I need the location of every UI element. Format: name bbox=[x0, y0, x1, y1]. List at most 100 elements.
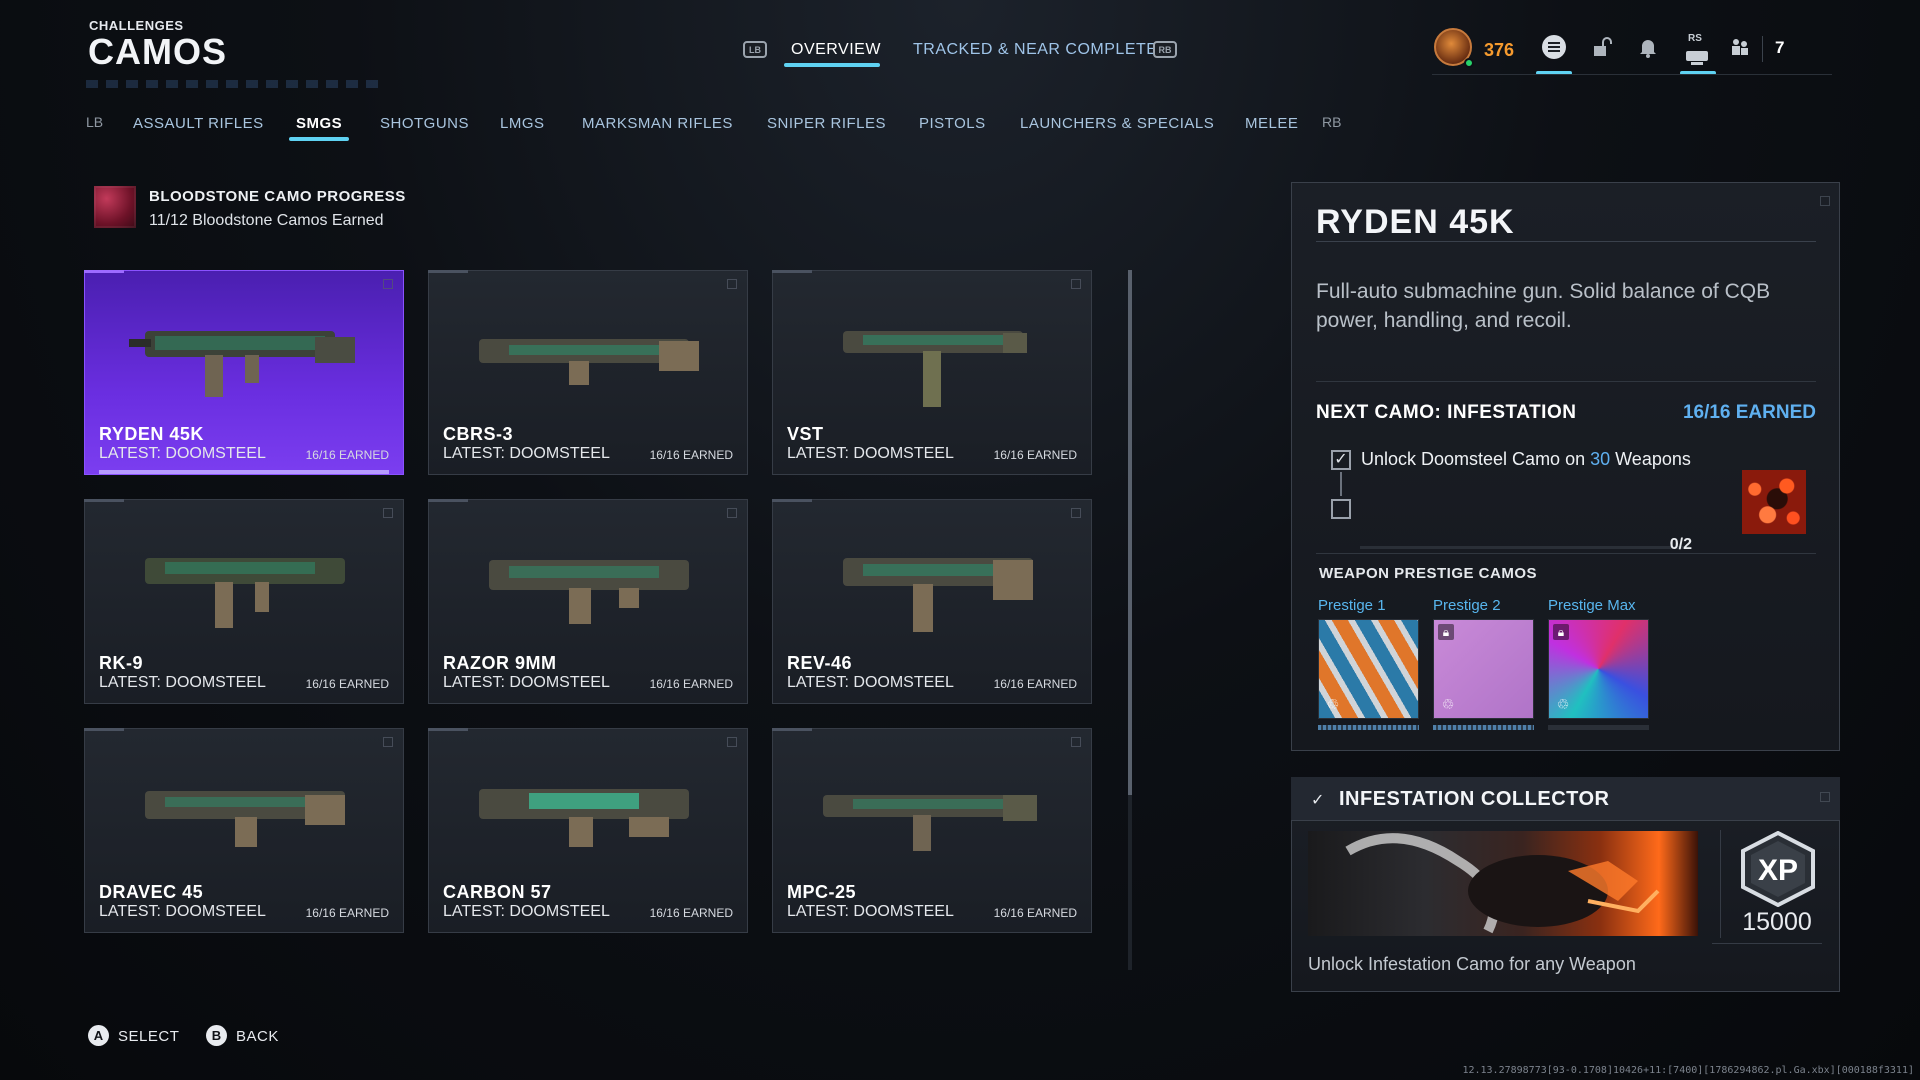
weapon-card-rk-9[interactable]: RK-9 LATEST: DOOMSTEEL 16/16 EARNED bbox=[84, 499, 404, 704]
menu-icon[interactable] bbox=[1540, 33, 1568, 61]
weapon-card-cbrs-3[interactable]: CBRS-3 LATEST: DOOMSTEEL 16/16 EARNED bbox=[428, 270, 748, 475]
weapon-image bbox=[843, 331, 1027, 407]
tab-launchers-specials[interactable]: LAUNCHERS & SPECIALS bbox=[1020, 115, 1214, 132]
prestige-heading: WEAPON PRESTIGE CAMOS bbox=[1319, 565, 1538, 582]
progress-title: BLOODSTONE CAMO PROGRESS bbox=[149, 188, 406, 205]
tab-lmgs[interactable]: LMGS bbox=[500, 115, 545, 132]
weapon-card-razor-9mm[interactable]: RAZOR 9MM LATEST: DOOMSTEEL 16/16 EARNED bbox=[428, 499, 748, 704]
task-number: 30 bbox=[1590, 449, 1611, 469]
prestige-1-camo[interactable]: ♲ bbox=[1318, 619, 1419, 719]
currency-amount: 376 bbox=[1484, 40, 1515, 60]
detail-weapon-name: RYDEN 45K bbox=[1316, 203, 1515, 241]
weapon-latest-camo: LATEST: DOOMSTEEL bbox=[99, 903, 266, 920]
lb-bumper-icon[interactable]: LB bbox=[743, 41, 767, 58]
tab-assault-rifles[interactable]: ASSAULT RIFLES bbox=[133, 115, 264, 132]
unlock-icon[interactable] bbox=[1588, 33, 1616, 61]
task-checkbox-checked: ✓ bbox=[1331, 450, 1351, 470]
task-text: Unlock Doomsteel Camo on 30 Weapons bbox=[1361, 449, 1691, 469]
weapon-latest-camo: LATEST: DOOMSTEEL bbox=[787, 903, 954, 920]
weapon-image bbox=[145, 558, 345, 628]
xp-label: XP bbox=[1758, 854, 1798, 887]
weapon-image bbox=[843, 558, 1033, 632]
tab-overview[interactable]: OVERVIEW bbox=[791, 41, 881, 59]
category-lb-icon[interactable]: LB bbox=[86, 114, 103, 130]
a-button-icon[interactable]: A bbox=[88, 1025, 109, 1046]
detail-divider bbox=[1316, 241, 1816, 242]
weapon-card-rev-46[interactable]: REV-46 LATEST: DOOMSTEEL 16/16 EARNED bbox=[772, 499, 1092, 704]
weapon-name: CARBON 57 bbox=[443, 882, 552, 902]
weapon-image bbox=[129, 331, 355, 397]
back-label[interactable]: BACK bbox=[236, 1028, 279, 1045]
weapon-name: CBRS-3 bbox=[443, 424, 514, 444]
header-divider bbox=[1762, 36, 1763, 62]
detail-divider bbox=[1316, 553, 1816, 554]
lock-icon: 🔒︎ bbox=[1438, 624, 1454, 640]
rs-label: RS bbox=[1688, 33, 1702, 44]
b-button-icon[interactable]: B bbox=[206, 1025, 227, 1046]
tab-overview-indicator bbox=[784, 63, 880, 67]
weapon-card-vst[interactable]: VST LATEST: DOOMSTEEL 16/16 EARNED bbox=[772, 270, 1092, 475]
tab-smgs[interactable]: SMGS bbox=[296, 115, 342, 132]
party-icon[interactable] bbox=[1726, 33, 1754, 61]
weapon-name: VST bbox=[787, 424, 824, 444]
weapon-name: DRAVEC 45 bbox=[99, 882, 204, 902]
checkmark-icon: ✓ bbox=[1311, 792, 1325, 809]
xp-divider bbox=[1712, 943, 1822, 944]
weapon-image bbox=[479, 339, 699, 385]
weapon-card-dravec-45[interactable]: DRAVEC 45 LATEST: DOOMSTEEL 16/16 EARNED bbox=[84, 728, 404, 933]
bell-icon[interactable] bbox=[1634, 33, 1662, 61]
progress-subtitle: 11/12 Bloodstone Camos Earned bbox=[149, 212, 384, 229]
weapon-name: RYDEN 45K bbox=[99, 424, 204, 444]
grid-scrollbar-thumb[interactable] bbox=[1128, 270, 1132, 795]
tab-tracked-near-complete[interactable]: TRACKED & NEAR COMPLETE bbox=[913, 41, 1157, 59]
weapon-card-carbon-57[interactable]: CARBON 57 LATEST: DOOMSTEEL 16/16 EARNED bbox=[428, 728, 748, 933]
build-string: 12.13.27898773[93-0.1708]10426+11:[7400]… bbox=[1462, 1065, 1914, 1076]
lock-icon: 🔒︎ bbox=[1553, 624, 1569, 640]
tab-shotguns[interactable]: SHOTGUNS bbox=[380, 115, 469, 132]
select-label[interactable]: SELECT bbox=[118, 1028, 179, 1045]
weapon-latest-camo: LATEST: DOOMSTEEL bbox=[787, 445, 954, 462]
task-connector bbox=[1340, 472, 1342, 496]
next-camo-label: NEXT CAMO: INFESTATION bbox=[1316, 402, 1577, 423]
collector-title: INFESTATION COLLECTOR bbox=[1339, 788, 1610, 810]
tab-smgs-indicator bbox=[289, 137, 349, 141]
weapon-name: REV-46 bbox=[787, 653, 853, 673]
prestige-max-camo[interactable]: 🔒︎ ♲ bbox=[1548, 619, 1649, 719]
weapon-earned-count: 16/16 EARNED bbox=[305, 448, 389, 462]
weapon-earned-count: 16/16 EARNED bbox=[649, 677, 733, 691]
collector-description: Unlock Infestation Camo for any Weapon bbox=[1308, 954, 1636, 974]
weapon-image bbox=[489, 560, 689, 624]
weapon-latest-camo: LATEST: DOOMSTEEL bbox=[787, 674, 954, 691]
tab-marksman-rifles[interactable]: MARKSMAN RIFLES bbox=[582, 115, 733, 132]
weapon-name: RAZOR 9MM bbox=[443, 653, 557, 673]
prestige-max-progress bbox=[1548, 725, 1649, 730]
category-rb-icon[interactable]: RB bbox=[1322, 114, 1341, 130]
rb-bumper-icon[interactable]: RB bbox=[1153, 41, 1177, 58]
checkmark-icon: ✓ bbox=[1334, 451, 1348, 468]
weapon-earned-count: 16/16 EARNED bbox=[993, 677, 1077, 691]
weapon-latest-camo: LATEST: DOOMSTEEL bbox=[443, 445, 610, 462]
header-decoration bbox=[86, 80, 386, 88]
weapon-card-ryden-45k[interactable]: RYDEN 45K LATEST: DOOMSTEEL 16/16 EARNED bbox=[84, 270, 404, 475]
collector-reward-image bbox=[1308, 831, 1698, 936]
weapon-image bbox=[479, 789, 689, 847]
weapon-latest-camo: LATEST: DOOMSTEEL bbox=[443, 674, 610, 691]
weapon-latest-camo: LATEST: DOOMSTEEL bbox=[443, 903, 610, 920]
weapon-earned-count: 16/16 EARNED bbox=[993, 906, 1077, 920]
tab-melee[interactable]: MELEE bbox=[1245, 115, 1298, 132]
prestige-2-camo[interactable]: 🔒︎ ♲ bbox=[1433, 619, 1534, 719]
next-camo-earned: 16/16 EARNED bbox=[1682, 402, 1816, 423]
tab-pistols[interactable]: PISTOLS bbox=[919, 115, 986, 132]
weapon-image bbox=[145, 791, 345, 847]
weapon-earned-count: 16/16 EARNED bbox=[305, 906, 389, 920]
weapon-card-mpc-25[interactable]: MPC-25 LATEST: DOOMSTEEL 16/16 EARNED bbox=[772, 728, 1092, 933]
weapon-image bbox=[823, 795, 1037, 851]
header-rule bbox=[1432, 74, 1832, 75]
task-checkbox-empty bbox=[1331, 499, 1351, 519]
weapon-name: RK-9 bbox=[99, 653, 144, 673]
tab-sniper-rifles[interactable]: SNIPER RIFLES bbox=[767, 115, 886, 132]
prestige-1-label: Prestige 1 bbox=[1318, 597, 1386, 614]
profile-icon[interactable] bbox=[1683, 44, 1711, 72]
prestige-icon: ♲ bbox=[1326, 695, 1340, 712]
panel-corner bbox=[1820, 196, 1830, 206]
